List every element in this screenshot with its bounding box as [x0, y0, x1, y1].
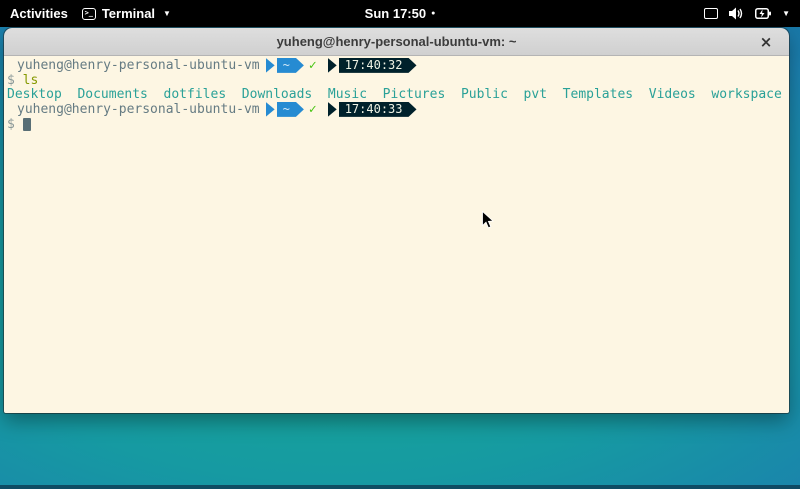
app-menu-terminal[interactable]: >_ Terminal ▼	[82, 6, 171, 21]
powerline-arrow-icon	[328, 58, 337, 73]
cwd-label: ~	[283, 102, 290, 116]
time-segment: 17:40:32	[339, 58, 417, 73]
directory-name: Public	[461, 87, 508, 102]
prompt-user-host: yuheng@henry-personal-ubuntu-vm	[17, 58, 260, 73]
activities-button[interactable]: Activities	[10, 6, 68, 21]
clock[interactable]: Sun 17:50	[365, 6, 426, 21]
prompt-line-2: yuheng@henry-personal-ubuntu-vm ~ ✓ 17:4…	[7, 102, 787, 117]
cwd-segment: ~	[277, 58, 304, 73]
window-title: yuheng@henry-personal-ubuntu-vm: ~	[277, 34, 517, 49]
powerline-arrow-icon	[266, 102, 275, 117]
status-check-icon: ✓	[309, 58, 317, 73]
terminal-window: yuheng@henry-personal-ubuntu-vm: ~ × yuh…	[4, 28, 789, 413]
command-line: $ ls	[7, 73, 787, 88]
system-status-area[interactable]: ▼	[704, 0, 794, 27]
volume-icon	[729, 7, 744, 20]
window-titlebar[interactable]: yuheng@henry-personal-ubuntu-vm: ~ ×	[4, 28, 789, 56]
prompt-user-host: yuheng@henry-personal-ubuntu-vm	[17, 102, 260, 117]
gnome-top-bar: Activities >_ Terminal ▼ Sun 17:50 ● ▼	[0, 0, 800, 27]
directory-name: workspace	[711, 87, 781, 102]
cwd-segment: ~	[277, 102, 304, 117]
directory-name: pvt	[524, 87, 547, 102]
cwd-label: ~	[283, 58, 290, 72]
directory-name: Templates	[563, 87, 633, 102]
powerline-arrow-icon	[266, 58, 275, 73]
directory-name: Desktop	[7, 87, 62, 102]
typed-command: ls	[23, 73, 39, 88]
ls-output-line: Desktop Documents dotfiles Downloads Mus…	[7, 87, 787, 102]
battery-charging-icon	[755, 8, 771, 19]
directory-name: Pictures	[383, 87, 446, 102]
close-button[interactable]: ×	[757, 33, 775, 51]
prompt-char: $	[7, 73, 15, 88]
powerline-arrow-icon	[328, 102, 337, 117]
time-segment: 17:40:33	[339, 102, 417, 117]
status-check-icon: ✓	[309, 102, 317, 117]
time-label: 17:40:33	[345, 102, 403, 116]
display-icon	[704, 8, 718, 19]
directory-name: Downloads	[242, 87, 312, 102]
directory-name: Music	[328, 87, 367, 102]
chevron-down-icon: ▼	[782, 9, 790, 18]
current-input-line[interactable]: $	[7, 117, 787, 132]
directory-name: Documents	[77, 87, 147, 102]
prompt-char: $	[7, 117, 15, 132]
chevron-down-icon: ▼	[163, 9, 171, 18]
time-label: 17:40:32	[345, 58, 403, 72]
terminal-icon: >_	[82, 8, 96, 20]
directory-name: Videos	[649, 87, 696, 102]
directory-name: dotfiles	[164, 87, 227, 102]
mouse-pointer-icon	[482, 211, 494, 229]
text-cursor	[23, 118, 31, 131]
terminal-content[interactable]: yuheng@henry-personal-ubuntu-vm ~ ✓ 17:4…	[4, 56, 789, 413]
app-menu-label: Terminal	[102, 6, 155, 21]
prompt-line-1: yuheng@henry-personal-ubuntu-vm ~ ✓ 17:4…	[7, 58, 787, 73]
notification-dot-icon: ●	[431, 10, 435, 17]
